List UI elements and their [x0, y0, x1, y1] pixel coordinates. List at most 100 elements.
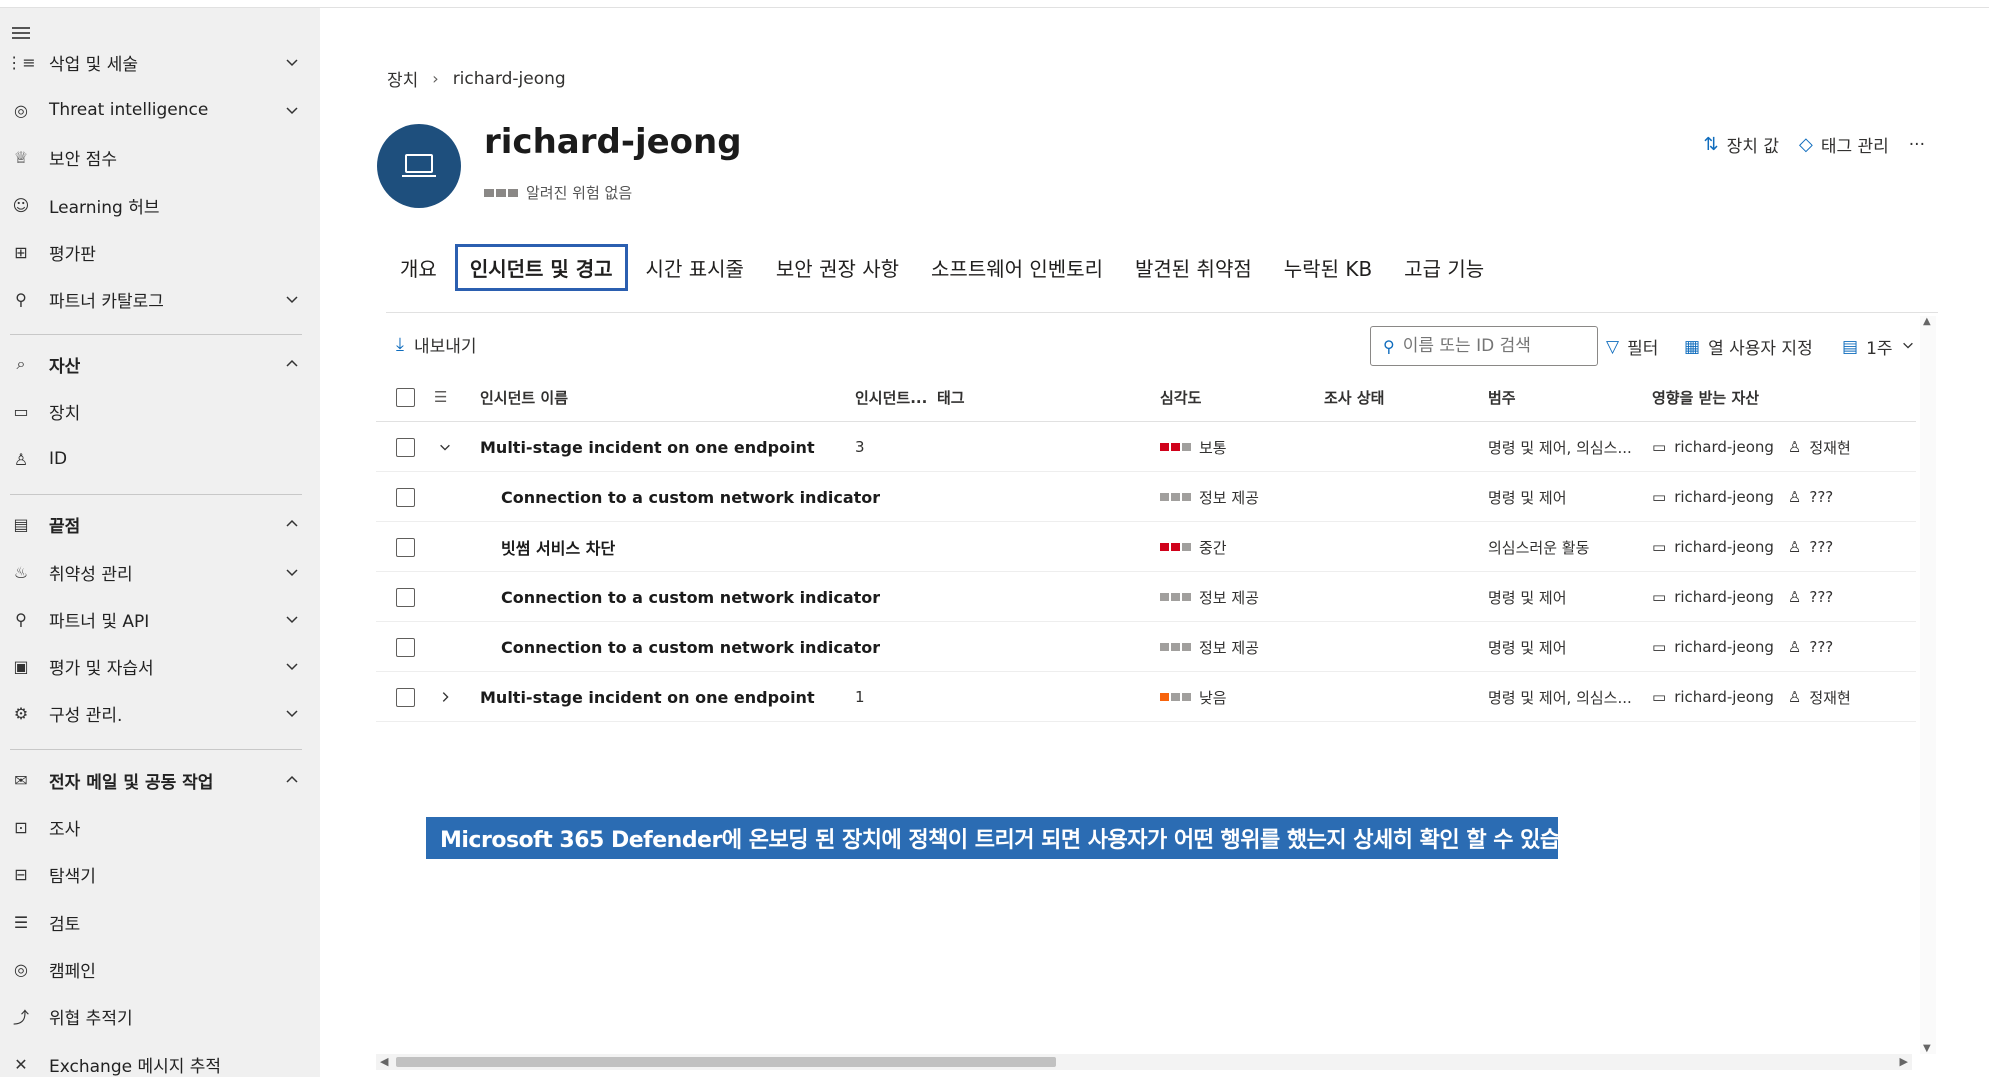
tab-discovered-vulnerabilities[interactable]: 발견된 취약점 — [1121, 245, 1266, 290]
asset-user[interactable]: ??? — [1809, 588, 1833, 606]
sidebar-item-threat-intelligence[interactable]: ◎ Threat intelligence — [0, 88, 320, 132]
tab-incidents-alerts[interactable]: 인시던트 및 경고 — [454, 244, 628, 291]
column-header-assets[interactable]: 영향을 받는 자산 — [1652, 372, 1759, 422]
asset-user[interactable]: 정재현 — [1809, 437, 1850, 458]
asset-device[interactable]: richard-jeong — [1674, 688, 1774, 706]
sidebar-item-investigations[interactable]: ⊡ 조사 — [0, 805, 320, 849]
alert-name[interactable]: Connection to a custom network indicator — [501, 472, 880, 522]
incident-name[interactable]: Multi-stage incident on one endpoint — [480, 422, 815, 472]
sidebar-item-configuration-management[interactable]: ⚙ 구성 관리. — [0, 691, 320, 735]
vertical-scrollbar[interactable]: ▲ ▼ — [1920, 316, 1936, 1054]
sidebar-section-assets[interactable]: ⌕ 자산 — [0, 342, 320, 386]
sidebar-item-threat-tracker[interactable]: ⤴ 위협 추적기 — [0, 994, 320, 1038]
sidebar-item-partner-catalog[interactable]: ⚲ 파트너 카탈로그 — [0, 277, 320, 321]
alert-name[interactable]: Connection to a custom network indicator — [501, 622, 880, 672]
time-range-dropdown[interactable]: ▤ 1주 — [1842, 334, 1915, 359]
severity-cell: 낮음 — [1160, 672, 1227, 722]
sidebar-item-actions[interactable]: ⋮≡ 삭업 및 세술 — [0, 40, 320, 84]
list-icon[interactable]: ☰ — [434, 372, 447, 422]
table-row[interactable]: 빗썸 서비스 차단 중간 의심스러운 활동 ▭ richard-jeong ♙ … — [376, 522, 1916, 572]
row-checkbox[interactable] — [396, 422, 415, 472]
table-row[interactable]: Connection to a custom network indicator… — [376, 472, 1916, 522]
chevron-down-icon[interactable] — [438, 422, 452, 472]
sidebar-item-partners-api[interactable]: ⚲ 파트너 및 API — [0, 597, 320, 641]
search-input[interactable] — [1402, 336, 1573, 356]
person-icon: ♙ — [1787, 588, 1802, 606]
alert-name[interactable]: 빗썸 서비스 차단 — [501, 522, 615, 572]
partner-icon: ⚲ — [15, 289, 27, 309]
tab-missing-kbs[interactable]: 누락된 KB — [1270, 245, 1386, 290]
laptop-icon: ▭ — [1652, 638, 1667, 656]
row-checkbox[interactable] — [396, 622, 415, 672]
sidebar-section-endpoints[interactable]: ▤ 끝점 — [0, 502, 320, 546]
scrollbar-thumb[interactable] — [396, 1057, 1056, 1067]
customize-columns-button[interactable]: ▦ 열 사용자 지정 — [1684, 334, 1813, 360]
table-row[interactable]: Connection to a custom network indicator… — [376, 572, 1916, 622]
asset-device[interactable]: richard-jeong — [1674, 438, 1774, 456]
column-header-severity[interactable]: 심각도 — [1160, 372, 1201, 422]
column-header-name[interactable]: 인시던트 이름 — [480, 372, 568, 422]
row-checkbox[interactable] — [396, 672, 415, 722]
column-header-incident[interactable]: 인시던트... — [855, 372, 927, 422]
chevron-right-icon[interactable] — [438, 672, 452, 722]
asset-device[interactable]: richard-jeong — [1674, 538, 1774, 556]
row-checkbox[interactable] — [396, 522, 415, 572]
sidebar-item-review[interactable]: ☰ 검토 — [0, 900, 320, 944]
person-icon: ♙ — [1787, 488, 1802, 506]
table-row[interactable]: Connection to a custom network indicator… — [376, 622, 1916, 672]
sidebar-item-evaluation-tutorials[interactable]: ▣ 평가 및 자습서 — [0, 644, 320, 688]
scroll-down-icon[interactable]: ▼ — [1923, 1043, 1931, 1054]
sidebar-item-learning-hub[interactable]: ☺ Learning 허브 — [0, 183, 320, 227]
asset-user[interactable]: ??? — [1809, 538, 1833, 556]
tab-advanced-features[interactable]: 고급 기능 — [1390, 245, 1498, 290]
scroll-right-icon[interactable]: ▶ — [1900, 1055, 1908, 1068]
scroll-left-icon[interactable]: ◀ — [380, 1055, 388, 1068]
tab-timeline[interactable]: 시간 표시줄 — [632, 245, 758, 290]
search-box[interactable]: ⚲ — [1370, 326, 1598, 366]
incident-name[interactable]: Multi-stage incident on one endpoint — [480, 672, 815, 722]
chevron-up-icon — [284, 772, 300, 788]
asset-device[interactable]: richard-jeong — [1674, 588, 1774, 606]
tab-software-inventory[interactable]: 소프트웨어 인벤토리 — [917, 245, 1117, 290]
filter-button[interactable]: ▽ 필터 — [1606, 334, 1658, 360]
horizontal-scrollbar[interactable]: ◀ ▶ — [376, 1054, 1912, 1070]
manage-tags-button[interactable]: ◇ 태그 관리 — [1799, 132, 1889, 157]
sidebar-item-identities[interactable]: ♙ ID — [0, 437, 320, 481]
asset-user[interactable]: ??? — [1809, 488, 1833, 506]
select-all-checkbox[interactable] — [396, 372, 415, 422]
table-row[interactable]: Multi-stage incident on one endpoint 3 보… — [376, 422, 1916, 472]
sidebar-item-trials[interactable]: ⊞ 평가판 — [0, 230, 320, 274]
severity-cell: 보통 — [1160, 422, 1227, 472]
table-row[interactable]: Multi-stage incident on one endpoint 1 낮… — [376, 672, 1916, 722]
sidebar-item-vulnerability-management[interactable]: ♨ 취약성 관리 — [0, 550, 320, 594]
tab-overview[interactable]: 개요 — [386, 245, 451, 290]
asset-user[interactable]: 정재현 — [1809, 687, 1850, 708]
sidebar-item-campaigns[interactable]: ◎ 캠페인 — [0, 947, 320, 991]
device-value-button[interactable]: ⇅ 장치 값 — [1704, 132, 1779, 157]
sidebar-item-exchange-message-trace[interactable]: ✕ Exchange 메시지 추적 — [0, 1042, 320, 1077]
alert-name[interactable]: Connection to a custom network indicator — [501, 572, 880, 622]
asset-device[interactable]: richard-jeong — [1674, 638, 1774, 656]
breadcrumb-root[interactable]: 장치 — [387, 66, 418, 91]
row-checkbox[interactable] — [396, 472, 415, 522]
column-header-status[interactable]: 조사 상태 — [1324, 372, 1384, 422]
more-actions-button[interactable]: ··· — [1909, 135, 1925, 155]
column-header-tags[interactable]: 태그 — [937, 372, 965, 422]
row-checkbox[interactable] — [396, 572, 415, 622]
laptop-icon: ▭ — [1652, 438, 1667, 456]
breadcrumb-current: richard-jeong — [452, 68, 566, 89]
sidebar-item-devices[interactable]: ▭ 장치 — [0, 389, 320, 433]
severity-cell: 정보 제공 — [1160, 572, 1259, 622]
sidebar-item-explorer[interactable]: ⊟ 탐색기 — [0, 852, 320, 896]
affected-assets-cell: ▭ richard-jeong ♙ ??? — [1652, 622, 1833, 672]
tab-security-recommendations[interactable]: 보안 권장 사항 — [762, 245, 913, 290]
person-icon: ♙ — [13, 449, 29, 469]
trophy-icon: ♕ — [13, 147, 29, 167]
asset-device[interactable]: richard-jeong — [1674, 488, 1774, 506]
scroll-up-icon[interactable]: ▲ — [1923, 316, 1931, 327]
export-button[interactable]: ⤓ 내보내기 — [396, 332, 477, 357]
asset-user[interactable]: ??? — [1809, 638, 1833, 656]
sidebar-section-email-collaboration[interactable]: ✉ 전자 메일 및 공동 작업 — [0, 758, 320, 802]
sidebar-item-secure-score[interactable]: ♕ 보안 점수 — [0, 135, 320, 179]
column-header-category[interactable]: 범주 — [1488, 372, 1516, 422]
